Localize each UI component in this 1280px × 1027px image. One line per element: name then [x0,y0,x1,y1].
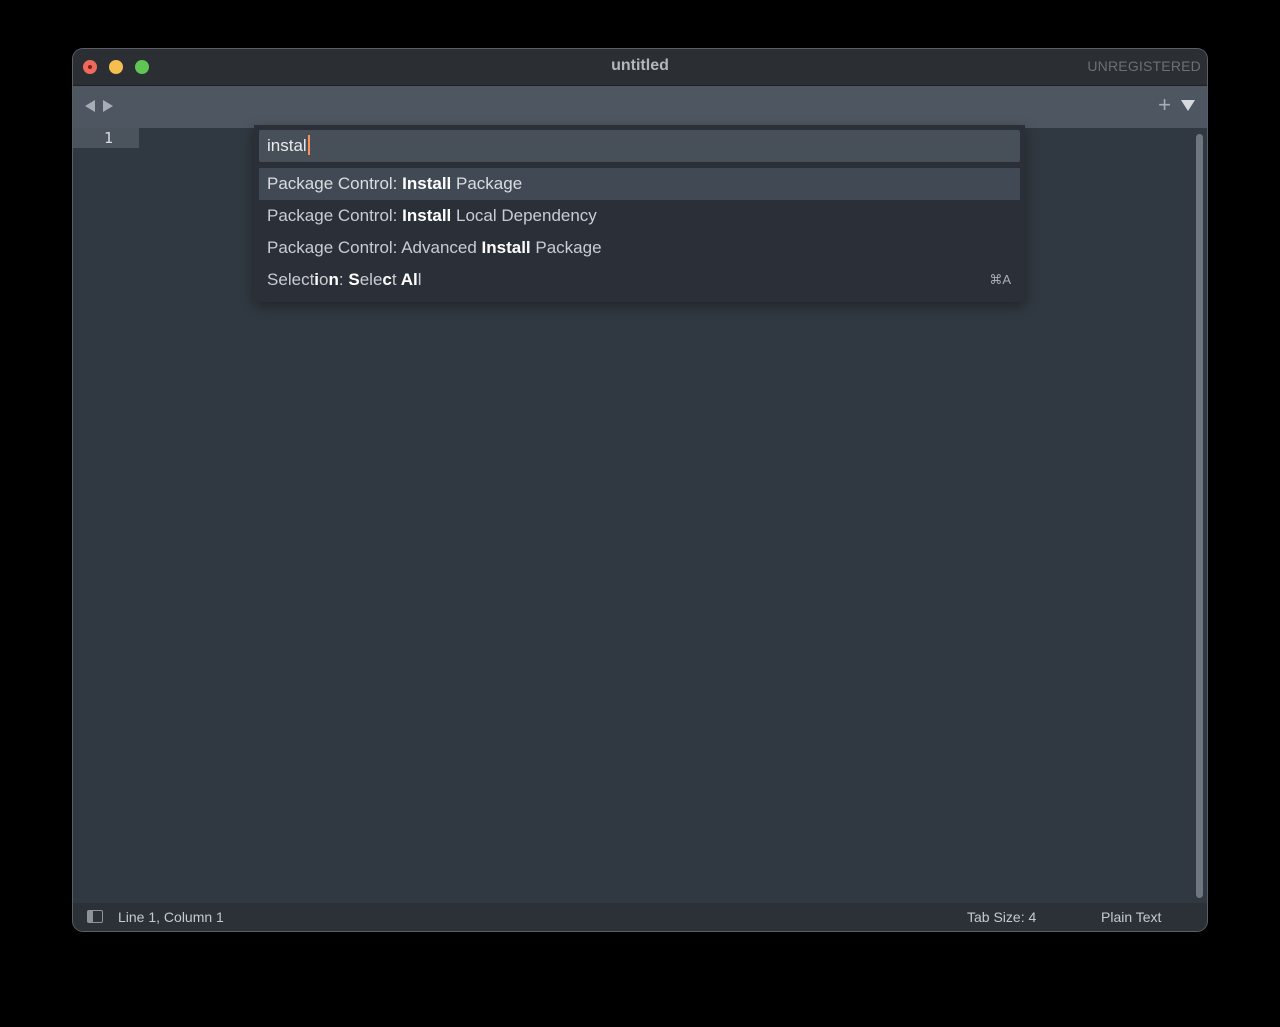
new-tab-button[interactable]: + [1158,94,1171,116]
status-bar: Line 1, Column 1 Tab Size: 4 Plain Text [73,903,1207,931]
palette-item-text: Local Dependency [451,206,597,225]
palette-item-match: Install [402,174,452,193]
palette-item-match: Install [402,206,452,225]
palette-item-advanced-install-package[interactable]: Package Control: Advanced Install Packag… [259,232,1020,264]
text-caret [307,135,310,155]
command-palette-query: instal [267,136,307,155]
palette-item-text: Package Control: [267,206,403,225]
palette-item-select-all[interactable]: Selection: Select All ⌘A [259,264,1020,296]
palette-item-text: Package Control: [267,174,403,193]
palette-item-text: Package [530,238,602,257]
chevron-left-icon[interactable] [85,100,95,112]
tab-size-selector[interactable]: Tab Size: 4 [967,903,1036,931]
license-status: UNREGISTERED [1087,58,1201,74]
palette-item-install-package[interactable]: Package Control: Install Package [259,168,1020,200]
cursor-position: Line 1, Column 1 [118,909,224,925]
command-palette: instal Package Control: Install Package … [254,125,1025,302]
palette-item-install-local-dependency[interactable]: Package Control: Install Local Dependenc… [259,200,1020,232]
sidebar-toggle-icon[interactable] [87,910,103,923]
title-bar: untitled UNREGISTERED [73,49,1207,86]
window-title: untitled [611,57,669,74]
command-palette-input[interactable]: instal [259,130,1020,162]
keyboard-shortcut: ⌘A [989,272,1011,287]
syntax-selector[interactable]: Plain Text [1101,903,1161,931]
palette-item-text: Package [451,174,523,193]
palette-item-text: Package Control: Advanced [267,238,482,257]
editor-window: untitled UNREGISTERED + 1 instal Package… [73,49,1207,931]
vertical-scrollbar[interactable] [1196,134,1203,898]
palette-item-text: Selection: Select All [267,270,422,289]
tab-bar: + [73,86,1207,128]
palette-item-match: Install [481,238,531,257]
line-number: 1 [103,129,113,147]
chevron-right-icon[interactable] [103,100,113,112]
triangle-down-icon[interactable] [1181,100,1195,111]
